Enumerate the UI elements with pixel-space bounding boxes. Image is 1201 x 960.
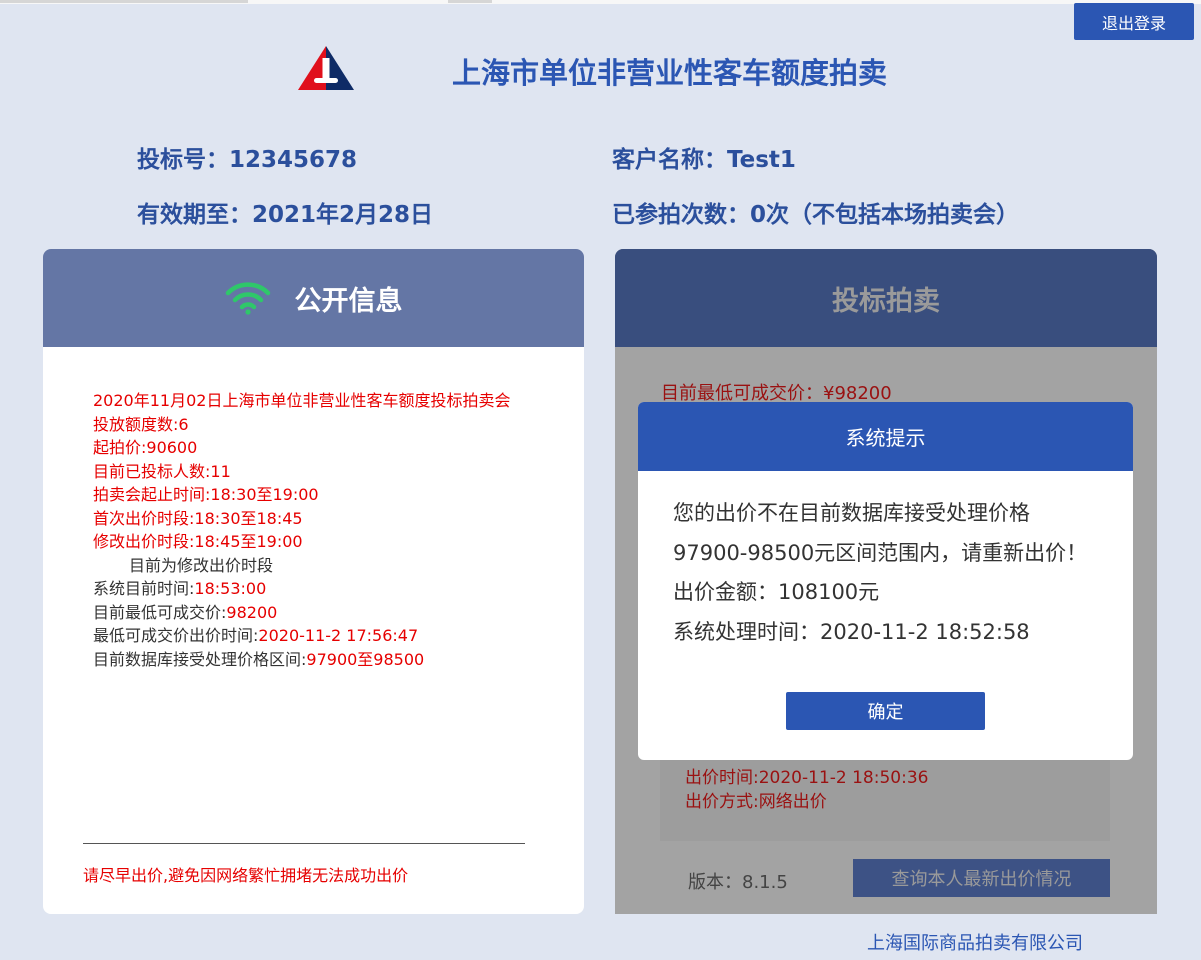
dialog-title: 系统提示 <box>638 402 1133 471</box>
auction-time: 拍卖会起止时间:18:30至19:00 <box>93 485 319 504</box>
bid-early-note: 请尽早出价,避免因网络繁忙拥堵无法成功出价 <box>83 866 409 885</box>
public-info-header: 公开信息 <box>43 249 584 347</box>
auction-logo-icon <box>298 46 354 90</box>
start-price: 起拍价:90600 <box>93 438 198 457</box>
lowest-price: 目前最低可成交价:98200 <box>93 601 533 625</box>
accept-range-value: 97900至98500 <box>306 649 425 669</box>
public-info-title: 公开信息 <box>294 285 403 317</box>
system-time-label: 系统目前时间: <box>93 579 195 598</box>
dialog-message: 您的出价不在目前数据库接受处理价格 97900-98500元区间范围内，请重新出… <box>673 494 1113 652</box>
system-time: 系统目前时间:18:53:00 <box>93 577 533 601</box>
accept-range-label: 目前数据库接受处理价格区间: <box>93 649 307 669</box>
bidding-title: 投标拍卖 <box>615 249 1157 347</box>
dialog-process-time: 系统处理时间：2020-11-2 18:52:58 <box>673 619 1030 644</box>
dialog-bid-amount: 出价金额：108100元 <box>673 580 880 604</box>
version-label: 版本：8.1.5 <box>688 872 788 893</box>
public-info-panel: 公开信息 2020年11月02日上海市单位非营业性客车额度投标拍卖会 投放额度数… <box>43 249 584 914</box>
confirm-button[interactable]: 确定 <box>786 692 985 730</box>
current-phase: 目前为修改出价时段 <box>129 555 274 575</box>
dialog-line-2: 97900-98500元区间范围内，请重新出价！ <box>673 540 1088 565</box>
system-alert-dialog: 系统提示 您的出价不在目前数据库接受处理价格 97900-98500元区间范围内… <box>638 402 1133 760</box>
browser-tab <box>448 0 492 3</box>
lowest-price-value: 98200 <box>226 602 278 622</box>
dialog-line-1: 您的出价不在目前数据库接受处理价格 <box>673 501 1030 525</box>
bidder-count: 目前已投标人数:11 <box>93 461 231 481</box>
bid-mode: 出价方式:网络出价 <box>685 792 827 812</box>
auction-name: 2020年11月02日上海市单位非营业性客车额度投标拍卖会 <box>93 391 511 410</box>
lowest-price-label: 目前最低可成交价: <box>93 602 227 622</box>
logout-button[interactable]: 退出登录 <box>1074 3 1194 40</box>
accept-range: 目前数据库接受处理价格区间:97900至98500 <box>93 648 533 672</box>
company-name: 上海国际商品拍卖有限公司 <box>867 933 1083 954</box>
lowest-price-time-label: 最低可成交价出价时间: <box>93 626 259 645</box>
page-title: 上海市单位非营业性客车额度拍卖 <box>452 56 888 90</box>
lowest-price-time-value: 2020-11-2 17:56:47 <box>258 626 419 645</box>
browser-top-strip <box>0 0 1201 4</box>
participation-count: 已参拍次数：0次（不包括本场拍卖会） <box>612 202 1020 228</box>
lowest-price-time: 最低可成交价出价时间:2020-11-2 17:56:47 <box>93 624 533 648</box>
bid-time: 出价时间:2020-11-2 18:50:36 <box>685 768 929 788</box>
customer-name: 客户名称：Test1 <box>612 147 796 173</box>
modify-bid-period: 修改出价时段:18:45至19:00 <box>93 532 303 551</box>
first-bid-period: 首次出价时段:18:30至18:45 <box>93 508 303 528</box>
quota-count: 投放额度数:6 <box>93 414 189 434</box>
wifi-icon <box>225 282 270 315</box>
system-time-value: 18:53:00 <box>194 579 267 598</box>
divider <box>83 843 525 844</box>
bid-number: 投标号：12345678 <box>137 147 358 173</box>
query-latest-bid-button[interactable]: 查询本人最新出价情况 <box>853 859 1110 897</box>
valid-until: 有效期至：2021年2月28日 <box>137 202 434 228</box>
public-info-body: 2020年11月02日上海市单位非营业性客车额度投标拍卖会 投放额度数:6 起拍… <box>93 389 533 671</box>
browser-tab <box>0 0 248 3</box>
